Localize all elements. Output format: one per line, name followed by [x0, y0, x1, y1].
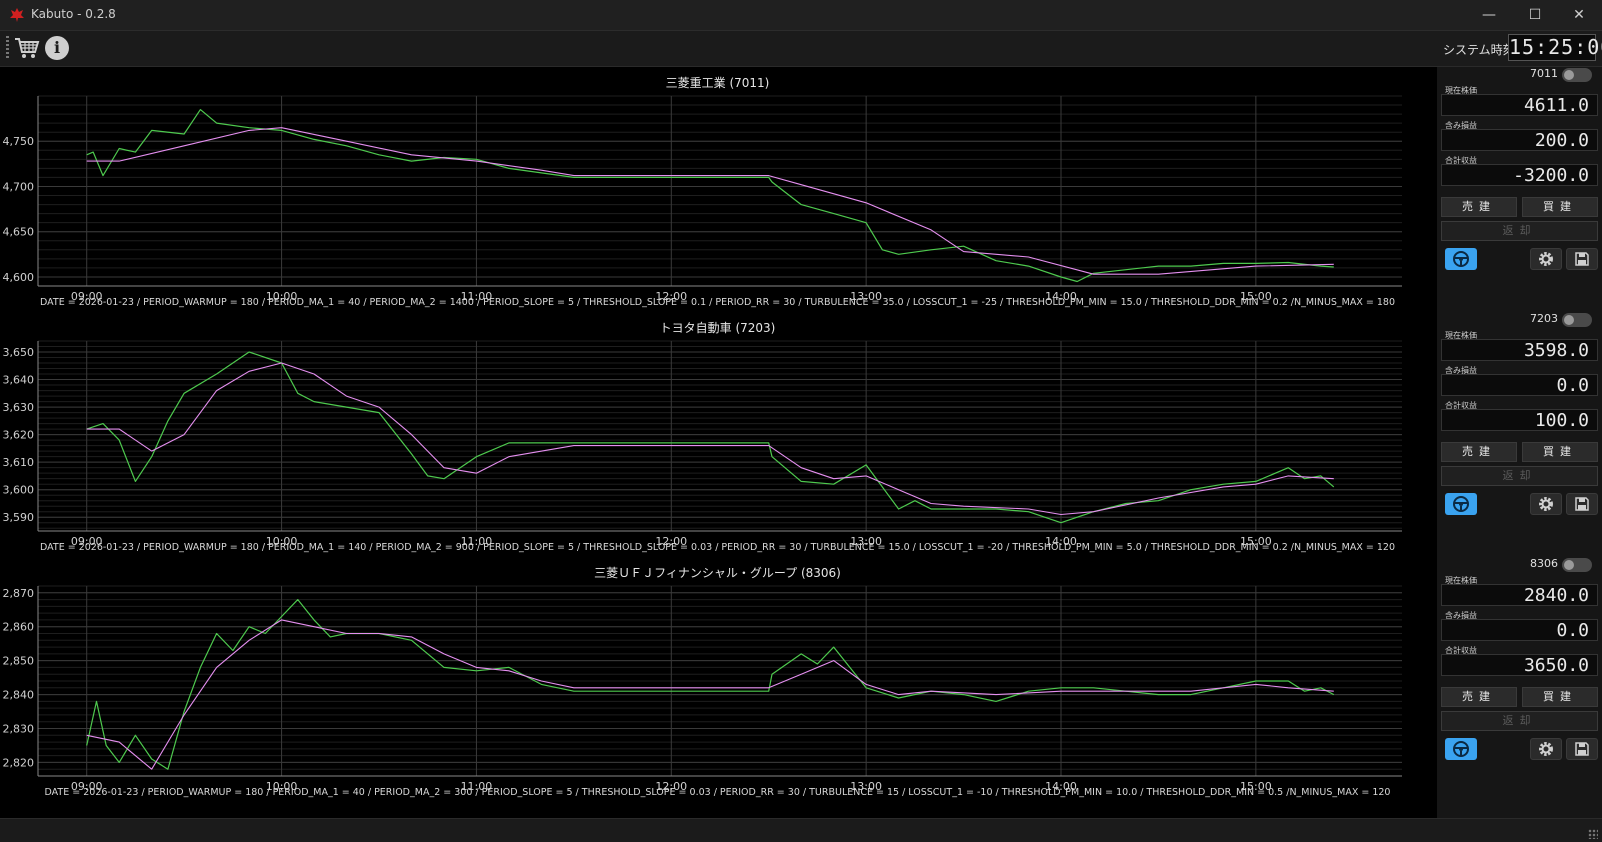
ticker-code: 7011 [1530, 67, 1558, 80]
y-tick-label: 4,600 [3, 271, 35, 284]
unrealized-pl-field: 0.0 [1441, 374, 1598, 396]
repay-button[interactable]: 返却 [1441, 466, 1598, 486]
chart-params-8306: DATE = 2026-01-23 / PERIOD_WARMUP = 180 … [44, 787, 1391, 798]
chart-title-7011: 三菱重工業 (7011) [665, 76, 770, 90]
y-tick-label: 2,860 [3, 621, 35, 634]
y-tick-label: 4,650 [3, 226, 35, 239]
y-tick-label: 3,610 [3, 456, 35, 469]
y-tick-label: 2,820 [3, 756, 35, 769]
total-pl-field: -3200.0 [1441, 164, 1598, 186]
title-bar: Kabuto - 0.2.8 — ☐ ✕ [0, 0, 1602, 31]
y-tick-label: 3,590 [3, 511, 35, 524]
y-tick-label: 3,600 [3, 484, 35, 497]
steering-wheel-icon[interactable] [1445, 738, 1477, 760]
cart-icon[interactable] [14, 35, 40, 61]
current-price-field: 2840.0 [1441, 584, 1598, 606]
current-price-field: 3598.0 [1441, 339, 1598, 361]
trader-panel-8306: 8306 現在株価 2840.0 含み損益 0.0 合計収益 3650.0 売建… [1437, 557, 1602, 802]
y-tick-label: 3,640 [3, 374, 35, 387]
toolbar-grip[interactable] [6, 36, 9, 60]
chart-params-7203: DATE = 2026-01-23 / PERIOD_WARMUP = 180 … [39, 542, 1396, 553]
y-tick-label: 2,840 [3, 689, 35, 702]
gear-icon[interactable] [1530, 738, 1562, 760]
chart-title-8306: 三菱ＵＦＪフィナンシャル・グループ (8306) [594, 566, 841, 580]
moving-average-line [86, 127, 1334, 275]
toolbar: i システム時刻 15:25:00 [0, 31, 1602, 67]
charts-canvas: 09:00 10:00 11:00 12:00 13:00 14:00 15:004,600… [3, 95, 1402, 793]
total-pl-field: 3650.0 [1441, 654, 1598, 676]
status-bar [0, 818, 1602, 842]
info-icon[interactable]: i [45, 36, 69, 60]
ticker-code: 8306 [1530, 557, 1558, 570]
moving-average-line [86, 362, 1334, 516]
repay-button[interactable]: 返却 [1441, 221, 1598, 241]
y-tick-label: 2,830 [3, 723, 35, 736]
y-tick-label: 2,870 [3, 587, 35, 600]
steering-wheel-icon[interactable] [1445, 493, 1477, 515]
kabuto-logo-icon [10, 8, 24, 22]
auto-trade-toggle[interactable] [1562, 313, 1592, 327]
unrealized-pl-field: 200.0 [1441, 129, 1598, 151]
maximize-button[interactable]: ☐ [1512, 0, 1558, 30]
save-icon[interactable] [1566, 738, 1598, 760]
gear-icon[interactable] [1530, 248, 1562, 270]
sell-button[interactable]: 売建 [1441, 687, 1517, 707]
system-time-label: システム時刻 [1443, 43, 1515, 57]
buy-button[interactable]: 買建 [1522, 442, 1598, 462]
y-tick-label: 3,650 [3, 346, 35, 359]
steering-wheel-icon[interactable] [1445, 248, 1477, 270]
auto-trade-toggle[interactable] [1562, 68, 1592, 82]
y-tick-label: 3,620 [3, 429, 35, 442]
current-price-field: 4611.0 [1441, 94, 1598, 116]
system-time-display: 15:25:00 [1508, 34, 1602, 61]
chart-title-7203: トヨタ自動車 (7203) [659, 321, 776, 335]
ticker-code: 7203 [1530, 312, 1558, 325]
auto-trade-toggle[interactable] [1562, 558, 1592, 572]
gear-icon[interactable] [1530, 493, 1562, 515]
y-tick-label: 2,850 [3, 655, 35, 668]
resize-grip[interactable] [1588, 829, 1598, 839]
chart-params-7011: DATE = 2026-01-23 / PERIOD_WARMUP = 180 … [39, 297, 1396, 308]
y-tick-label: 4,700 [3, 180, 35, 193]
trader-panel: 7011 現在株価 4611.0 含み損益 200.0 合計収益 -3200.0… [1437, 67, 1602, 818]
unrealized-pl-field: 0.0 [1441, 619, 1598, 641]
window-title: Kabuto - 0.2.8 [31, 7, 116, 21]
price-line [86, 351, 1335, 524]
total-pl-field: 100.0 [1441, 409, 1598, 431]
close-button[interactable]: ✕ [1556, 0, 1602, 30]
buy-button[interactable]: 買建 [1522, 197, 1598, 217]
trader-panel-7203: 7203 現在株価 3598.0 含み損益 0.0 合計収益 100.0 売建 … [1437, 312, 1602, 557]
y-tick-label: 3,630 [3, 401, 35, 414]
chart-area: 09:00 10:00 11:00 12:00 13:00 14:00 15:00 4,600… [0, 67, 1435, 818]
save-icon[interactable] [1566, 493, 1598, 515]
sell-button[interactable]: 売建 [1441, 197, 1517, 217]
save-icon[interactable] [1566, 248, 1598, 270]
sell-button[interactable]: 売建 [1441, 442, 1517, 462]
trader-panel-7011: 7011 現在株価 4611.0 含み損益 200.0 合計収益 -3200.0… [1437, 67, 1602, 312]
repay-button[interactable]: 返却 [1441, 711, 1598, 731]
buy-button[interactable]: 買建 [1522, 687, 1598, 707]
y-tick-label: 4,750 [3, 135, 35, 148]
minimize-button[interactable]: — [1466, 0, 1512, 30]
